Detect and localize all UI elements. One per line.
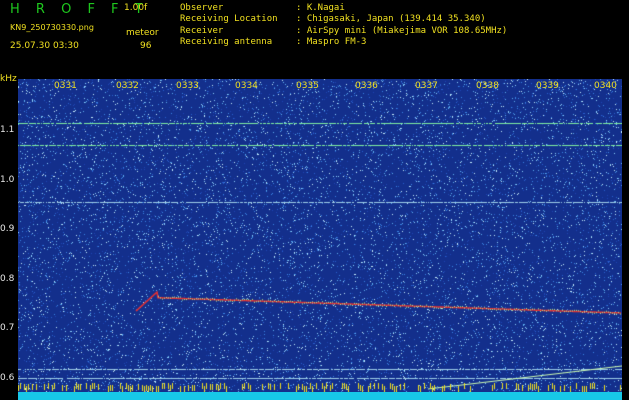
datetime-label: 25.07.30 03:30	[10, 41, 79, 51]
info-label-observer: Observer	[180, 3, 224, 13]
x-tick-label: 0333	[176, 81, 199, 91]
count-label: 96	[140, 41, 152, 51]
x-tick-label: 0337	[415, 81, 438, 91]
y-tick-label: 1.0	[0, 175, 15, 185]
file-name: KN9_250730330.png	[10, 23, 94, 32]
location-value: Chigasaki, Japan (139.414 35.340)	[306, 14, 486, 24]
header-panel: H R O F F T 1.00f KN9_250730330.png mete…	[0, 0, 629, 76]
version-label: 1.00f	[124, 3, 148, 13]
y-tick-label: 0.8	[0, 274, 15, 284]
info-value-observer: : K.Nagai	[296, 3, 345, 13]
info-label-receiver: Receiver	[180, 26, 224, 36]
x-tick-label: 0331	[54, 81, 77, 91]
x-tick-label: 0332	[116, 81, 139, 91]
x-tick-label: 0336	[355, 81, 378, 91]
x-tick-label: 0334	[235, 81, 258, 91]
observer-value: K.Nagai	[306, 3, 345, 13]
y-tick-label: 0.6	[0, 373, 15, 383]
info-label-antenna: Receiving antenna	[180, 37, 273, 47]
info-label-location: Receiving Location	[180, 14, 278, 24]
x-tick-label: 0340	[594, 81, 617, 91]
y-tick-label: 1.1	[0, 125, 15, 135]
antenna-value: Maspro FM-3	[306, 37, 367, 47]
info-value-location: : Chigasaki, Japan (139.414 35.340)	[296, 14, 486, 24]
receiver-value: AirSpy mini (Miakejima VOR 108.65MHz)	[306, 26, 508, 36]
x-tick-label: 0339	[536, 81, 559, 91]
info-value-receiver: : AirSpy mini (Miakejima VOR 108.65MHz)	[296, 26, 508, 36]
baseline-bar	[18, 392, 622, 400]
info-value-antenna: : Maspro FM-3	[296, 37, 367, 47]
spectrogram-plot	[18, 79, 622, 392]
y-tick-label: 0.9	[0, 224, 15, 234]
x-tick-label: 0335	[296, 81, 319, 91]
mode-label: meteor	[126, 28, 159, 38]
y-tick-label: 0.7	[0, 323, 15, 333]
x-tick-label: 0338	[476, 81, 499, 91]
y-unit-label: kHz	[0, 74, 17, 84]
spectrogram-canvas	[18, 79, 622, 392]
